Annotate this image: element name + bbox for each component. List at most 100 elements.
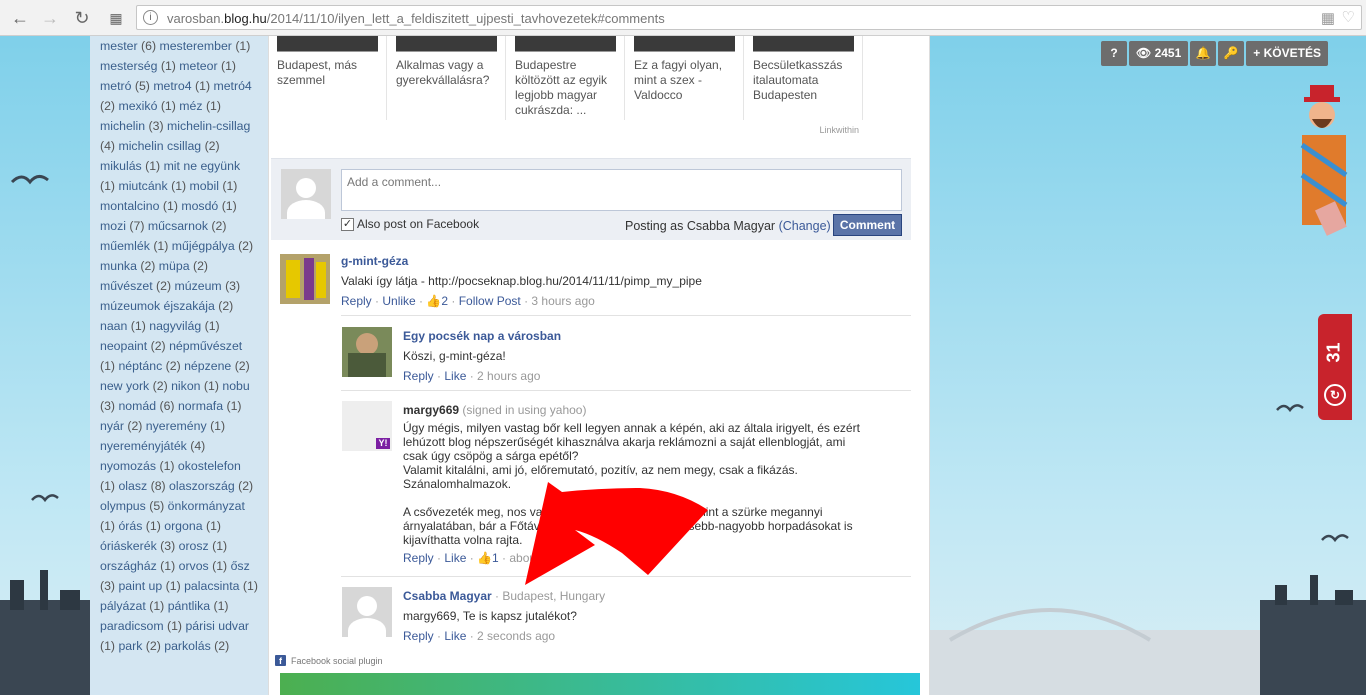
tag-link[interactable]: népművészet [169,339,242,353]
tag-link[interactable]: orvos [179,559,209,573]
also-post-checkbox[interactable]: ✓ Also post on Facebook [341,217,479,231]
tag-link[interactable]: metró [100,79,131,93]
address-bar[interactable]: i varosban.blog.hu/2014/11/10/ilyen_lett… [136,5,1362,30]
tag-link[interactable]: pántlika [168,599,210,613]
like-link[interactable]: Like [444,551,466,565]
tag-link[interactable]: nagyvilág [149,319,201,333]
tag-link[interactable]: paradicsom [100,619,164,633]
help-icon[interactable]: ? [1101,41,1127,66]
like-link[interactable]: Like [444,629,466,643]
tag-link[interactable]: önkormányzat [168,499,245,513]
tag-link[interactable]: pályázat [100,599,146,613]
tag-link[interactable]: munka [100,259,137,273]
comment-author[interactable]: margy669 [403,403,459,417]
tag-link[interactable]: nyereményjáték [100,439,187,453]
like-link[interactable]: Like [444,369,466,383]
reload-icon[interactable]: ↻ [70,6,94,30]
tag-link[interactable]: paint up [118,579,162,593]
tag-link[interactable]: neopaint [100,339,147,353]
tag-link[interactable]: new york [100,379,149,393]
tag-link[interactable]: miutcánk [118,179,167,193]
checkmark-icon[interactable]: ✓ [341,217,354,231]
view-counter[interactable]: 👁 2451 [1129,41,1189,66]
tag-link[interactable]: nyeremény [146,419,207,433]
like-count[interactable]: 1 [492,551,499,565]
back-arrow-icon[interactable]: ← [8,6,32,30]
tag-link[interactable]: műjégpálya [172,239,235,253]
tag-link[interactable]: ősz [231,559,250,573]
tag-link[interactable]: mikulás [100,159,142,173]
unlike-link[interactable]: Unlike [382,294,415,308]
comment-input[interactable]: Add a comment... [341,169,902,211]
comment-count-tab[interactable]: 31 ↻ [1318,314,1352,420]
tag-link[interactable]: néptánc [118,359,162,373]
related-post[interactable]: Alkalmas vagy a gyerekvállalásra? [388,36,506,120]
tag-link[interactable]: méz [179,99,202,113]
related-post-title[interactable]: Budapest, más szemmel [269,58,386,88]
tag-link[interactable]: népzene [184,359,231,373]
tag-link[interactable]: mobil [190,179,219,193]
tag-link[interactable]: michelin [100,119,145,133]
comment-author[interactable]: Egy pocsék nap a városban [403,329,911,343]
tag-link[interactable]: mit ne együnk [164,159,241,173]
tag-link[interactable]: mester [100,39,138,53]
comment-author[interactable]: g-mint-géza [341,254,911,268]
tag-link[interactable]: metro4 [153,79,191,93]
bell-icon[interactable]: 🔔 [1190,41,1217,66]
tag-link[interactable]: naan [100,319,127,333]
tag-link[interactable]: michelin csillag [118,139,201,153]
tag-link[interactable]: meteor [179,59,217,73]
like-count[interactable]: 2 [441,294,448,308]
tag-link[interactable]: országház [100,559,157,573]
related-post[interactable]: Budapestre költözött az egyik legjobb ma… [507,36,625,120]
tag-link[interactable]: óriáskerék [100,539,157,553]
related-post-title[interactable]: Alkalmas vagy a gyerekvállalásra? [388,58,505,88]
related-post-thumbnail[interactable] [396,36,497,52]
reply-link[interactable]: Reply [403,551,434,565]
tag-link[interactable]: művészet [100,279,153,293]
tag-link[interactable]: parkolás [164,639,210,653]
tag-link[interactable]: nyár [100,419,124,433]
tag-link[interactable]: metró4 [213,79,251,93]
tag-link[interactable]: orgona [164,519,202,533]
related-post[interactable]: Becsületkasszás italautomata Budapesten [745,36,863,120]
tag-link[interactable]: múzeumok éjszakája [100,299,215,313]
change-account-link[interactable]: (Change) [779,219,831,233]
related-post-thumbnail[interactable] [753,36,854,52]
tag-link[interactable]: normafa [178,399,223,413]
tag-link[interactable]: órás [118,519,142,533]
tag-link[interactable]: mesterember [159,39,231,53]
tag-link[interactable]: mesterség [100,59,157,73]
linkwithin-brand[interactable]: Linkwithin [819,125,859,135]
tag-link[interactable]: párisi udvar [185,619,249,633]
related-post-title[interactable]: Budapestre költözött az egyik legjobb ma… [507,58,624,118]
extension-grid-icon[interactable]: ▦ [1321,9,1335,27]
tag-link[interactable]: montalcino [100,199,159,213]
tag-link[interactable]: mozi [100,219,126,233]
apps-grid-icon[interactable]: ▦ [104,6,128,30]
tag-link[interactable]: nobu [222,379,249,393]
related-post-thumbnail[interactable] [515,36,616,52]
tag-link[interactable]: mexikó [118,99,157,113]
reply-link[interactable]: Reply [403,629,434,643]
tag-link[interactable]: orosz [179,539,209,553]
tag-link[interactable]: mosdó [181,199,218,213]
follow-post-link[interactable]: Follow Post [459,294,521,308]
tag-link[interactable]: műemlék [100,239,150,253]
comment-author[interactable]: Csabba Magyar [403,589,492,603]
tag-link[interactable]: olasz [118,479,147,493]
tag-link[interactable]: palacsinta [184,579,239,593]
tag-link[interactable]: nikon [171,379,200,393]
bookmark-heart-icon[interactable]: ♡ [1342,8,1355,26]
follow-button[interactable]: + KÖVETÉS [1246,41,1328,66]
reply-link[interactable]: Reply [403,369,434,383]
tag-link[interactable]: nyomozás [100,459,156,473]
tag-link[interactable]: múzeum [175,279,222,293]
tag-link[interactable]: okostelefon [178,459,241,473]
tag-link[interactable]: müpa [159,259,190,273]
related-post[interactable]: Ez a fagyi olyan, mint a szex - Valdocco [626,36,744,120]
tag-link[interactable]: park [118,639,142,653]
tag-link[interactable]: olympus [100,499,146,513]
tag-link[interactable]: michelin-csillag [167,119,250,133]
tag-link[interactable]: nomád [118,399,156,413]
